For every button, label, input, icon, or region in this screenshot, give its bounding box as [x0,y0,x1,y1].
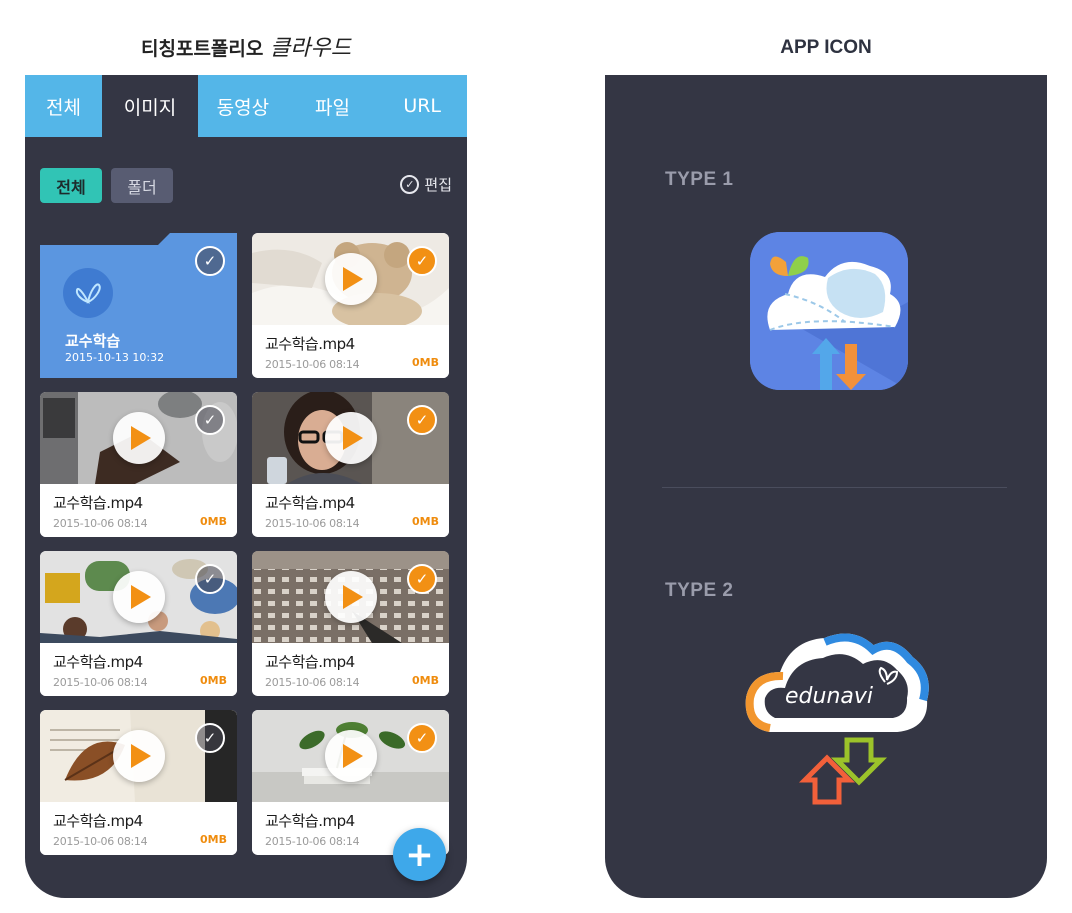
play-icon[interactable] [324,253,377,305]
category-tab-bar: 전체 이미지 동영상 파일 URL [25,75,467,137]
butterfly-icon [63,268,113,318]
video-card[interactable]: ✓ 교수학습.mp4 2015-10-06 08:14 0MB [40,551,237,696]
play-icon[interactable] [324,730,377,782]
tab-videos[interactable]: 동영상 [198,75,288,137]
tab-images[interactable]: 이미지 [102,75,198,137]
check-icon[interactable]: ✓ [407,723,437,753]
video-name: 교수학습.mp4 [53,653,143,671]
edunavi-logo-text: edunavi [785,684,873,709]
video-card[interactable]: ✓ 교수학습.mp4 2015-10-06 08:14 0MB [252,233,449,378]
video-size: 0MB [200,833,227,846]
video-card[interactable]: ✓ 교수학습.mp4 2015-10-06 08:14 0MB [252,551,449,696]
video-name: 교수학습.mp4 [53,812,143,830]
phone-screen: 전체 이미지 동영상 파일 URL 전체 폴더 ✓ 편집 교수학습 2015-1 [25,75,467,898]
type1-label: TYPE 1 [665,169,734,190]
video-size: 0MB [412,356,439,369]
video-card[interactable]: ✓ 교수학습.mp4 2015-10-06 08:14 0MB [40,710,237,855]
check-icon[interactable]: ✓ [407,405,437,435]
type2-label: TYPE 2 [665,580,734,601]
edit-button[interactable]: ✓ 편집 [400,174,452,195]
folder-card[interactable]: 교수학습 2015-10-13 10:32 ✓ [40,233,237,378]
edit-label: 편집 [424,176,452,194]
video-size: 0MB [412,515,439,528]
video-name: 교수학습.mp4 [265,653,355,671]
folder-name: 교수학습 [65,332,121,350]
filter-all-button[interactable]: 전체 [40,168,102,203]
play-icon[interactable] [112,412,165,464]
check-icon[interactable]: ✓ [195,405,225,435]
video-name: 교수학습.mp4 [265,812,355,830]
video-size: 0MB [200,674,227,687]
check-circle-icon: ✓ [400,175,420,194]
play-icon[interactable] [112,730,165,782]
video-name: 교수학습.mp4 [53,494,143,512]
filter-folder-button[interactable]: 폴더 [111,168,173,203]
check-icon[interactable]: ✓ [195,723,225,753]
tab-files[interactable]: 파일 [288,75,378,137]
title-script-text: 클라우드 [270,36,351,61]
video-name: 교수학습.mp4 [265,494,355,512]
tab-all[interactable]: 전체 [25,75,102,137]
teaching-portfolio-title: 티칭포트폴리오 클라우드 [25,30,467,62]
play-icon[interactable] [112,571,165,623]
cloud-sync-app-icon [750,232,908,390]
check-icon[interactable]: ✓ [195,246,225,276]
tab-url[interactable]: URL [377,75,467,137]
video-size: 0MB [412,674,439,687]
filter-row: 전체 폴더 ✓ 편집 [40,168,452,203]
play-icon[interactable] [324,571,377,623]
video-size: 0MB [200,515,227,528]
check-icon[interactable]: ✓ [407,246,437,276]
video-card[interactable]: ✓ 교수학습.mp4 2015-10-06 08:14 0MB [252,392,449,537]
video-name: 교수학습.mp4 [265,335,355,353]
app-icon-title: APP ICON [780,37,872,58]
app-icon-panel: TYPE 1 TYPE 2 edunavi [605,75,1047,898]
title-text: 티칭포트폴리오 [141,38,264,60]
folder-date: 2015-10-13 10:32 [65,351,165,364]
add-button[interactable]: + [393,828,446,881]
video-card[interactable]: ✓ 교수학습.mp4 2015-10-06 08:14 0MB [40,392,237,537]
play-icon[interactable] [324,412,377,464]
check-icon[interactable]: ✓ [407,564,437,594]
section-divider [662,487,1007,488]
check-icon[interactable]: ✓ [195,564,225,594]
plus-icon: + [405,834,434,875]
edunavi-app-icon: edunavi [745,620,930,810]
